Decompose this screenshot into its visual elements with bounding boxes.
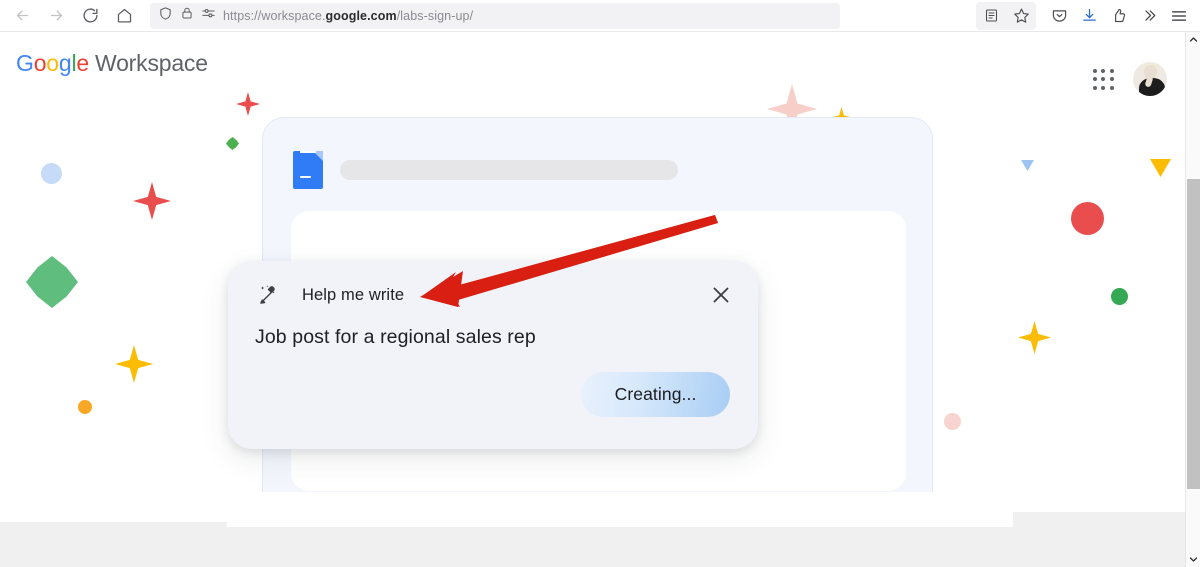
reader-view-icon[interactable] [976,2,1006,30]
padlock-icon[interactable] [180,6,194,25]
downloads-icon[interactable] [1074,2,1104,30]
home-icon[interactable] [108,2,140,30]
star-yellow-left [115,345,153,383]
circle-red-right [1071,202,1104,235]
address-bar[interactable]: https://workspace.google.com/labs-sign-u… [150,2,840,29]
dialog-header: Help me write [256,283,404,307]
page-scrollbar[interactable] [1185,32,1200,567]
chevron-up-icon[interactable] [1186,32,1200,47]
google-workspace-logo: Google Workspace [16,50,208,76]
circle-green-right [1111,288,1128,305]
circle-blue-pale [41,163,62,184]
back-icon[interactable] [6,2,38,30]
diamond-green-small [226,137,239,150]
forward-icon[interactable] [40,2,72,30]
logo-suffix: Workspace [95,50,208,76]
page-gutter-left [0,522,227,527]
star-yellow-right [1018,321,1051,354]
help-me-write-dialog: Help me write [228,261,758,449]
app-menu-icon[interactable] [1164,2,1194,30]
reader-bookmark-group [976,1,1036,30]
star-red-mid-left [133,182,171,220]
avatar[interactable] [1133,62,1167,96]
diamond-green-large [26,256,78,308]
dialog-title: Help me write [302,285,405,304]
shield-icon[interactable] [158,6,173,26]
workspace-header: Google Workspace [0,32,1185,100]
toolbar-right-buttons [976,1,1200,30]
reload-icon[interactable] [74,2,106,30]
circle-pink-right [944,413,961,430]
browser-window: https://workspace.google.com/labs-sign-u… [0,0,1200,567]
magic-wand-pencil-icon [256,283,280,307]
containers-icon[interactable] [1104,2,1134,30]
chevron-down-icon[interactable] [1186,552,1200,567]
browser-toolbar: https://workspace.google.com/labs-sign-u… [0,0,1200,32]
circle-orange-small [78,400,92,414]
apps-grid-icon[interactable] [1093,69,1115,91]
document-title-placeholder [340,160,678,180]
page-permissions-icon[interactable] [201,6,216,26]
page-gutter-right [1013,512,1185,527]
overflow-chevron-icon[interactable] [1134,2,1164,30]
triangle-yellow-right [1150,159,1171,177]
scrollbar-thumb[interactable] [1187,179,1200,489]
bookmark-star-icon[interactable] [1006,2,1036,30]
prompt-text: Job post for a regional sales rep [255,326,536,348]
page-viewport: Google Workspace Help me write Job post … [0,32,1185,527]
pocket-icon[interactable] [1044,2,1074,30]
url-text[interactable]: https://workspace.google.com/labs-sign-u… [223,9,473,23]
triangle-blue-right [1021,160,1034,171]
google-docs-icon [293,151,323,189]
navigation-buttons [0,2,140,30]
page-content: Google Workspace Help me write Job post … [0,32,1185,527]
creating-button[interactable]: Creating... [581,372,730,417]
close-x-icon[interactable] [709,283,733,307]
scrollbar-track[interactable] [1186,47,1200,552]
